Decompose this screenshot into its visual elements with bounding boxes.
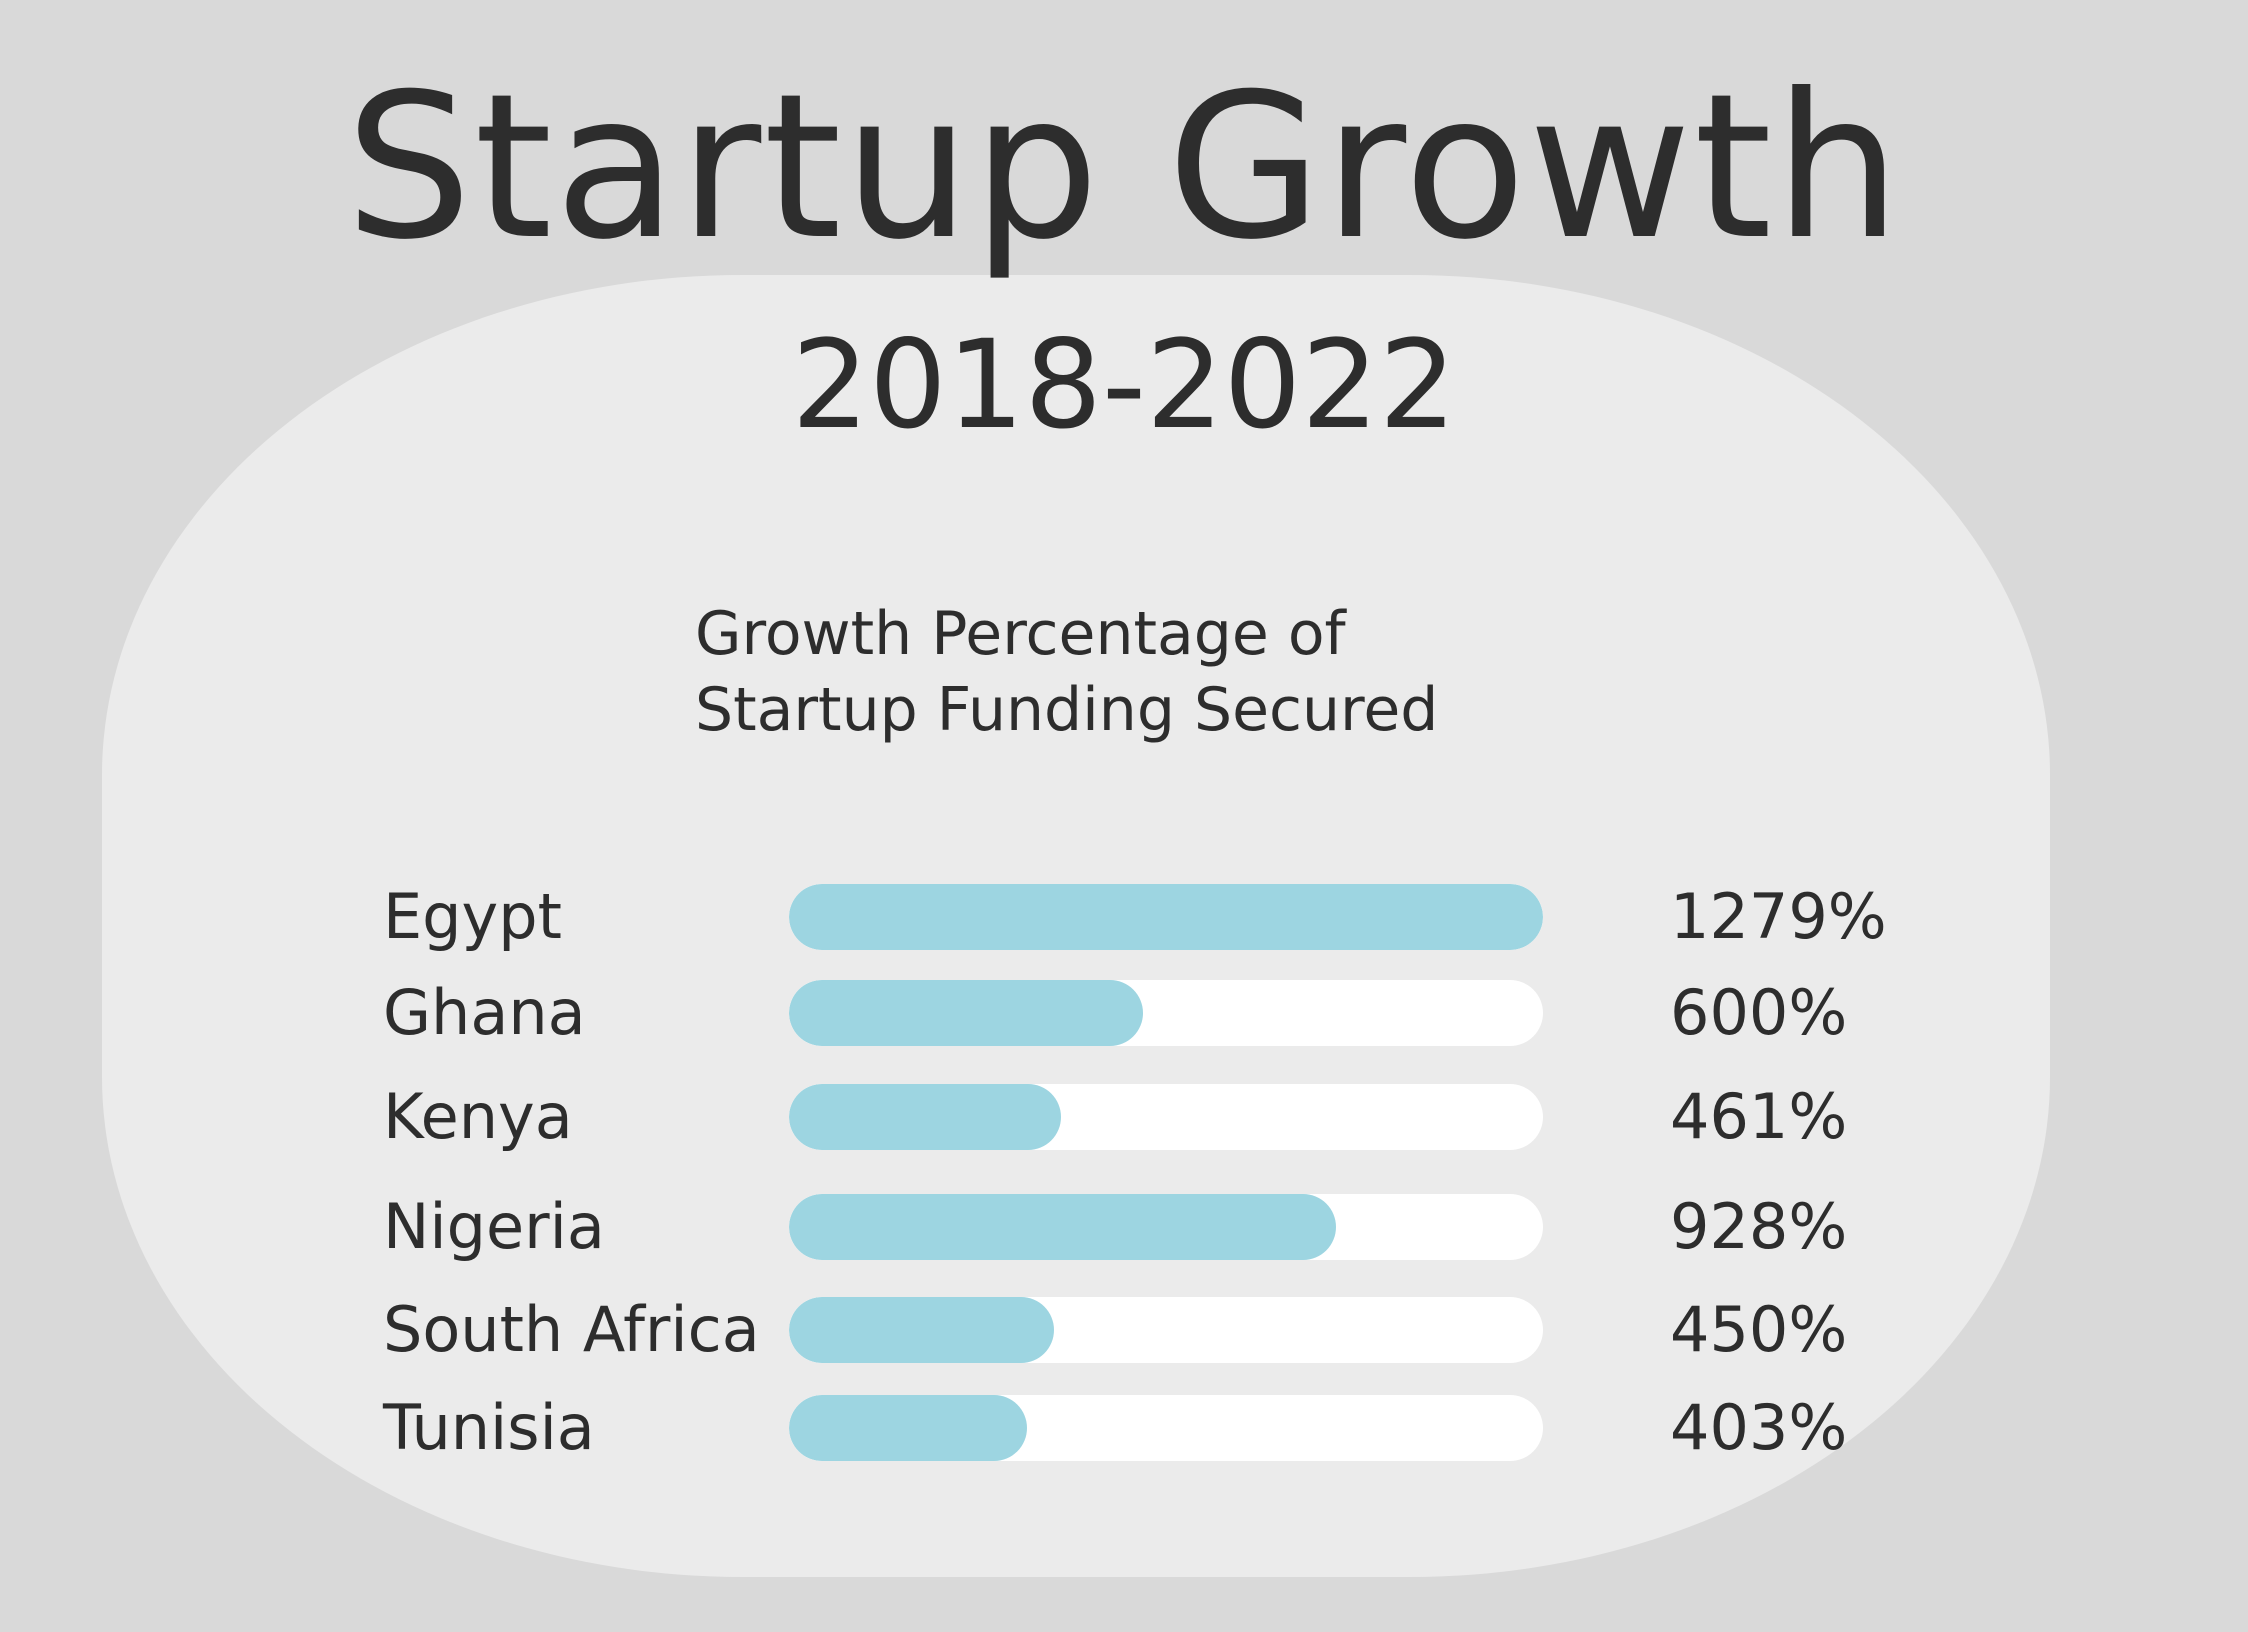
value-label-kenya: 461% [1670, 1080, 1848, 1153]
chart-title: Growth Percentage of Startup Funding Sec… [695, 596, 1438, 748]
bar-nigeria [789, 1194, 1336, 1260]
bar-track-tunisia [789, 1395, 1543, 1461]
bar-track-south-africa [789, 1297, 1543, 1363]
category-label-tunisia: Tunisia [383, 1391, 595, 1464]
chart-title-line-1: Growth Percentage of [695, 599, 1346, 669]
category-label-south-africa: South Africa [383, 1293, 760, 1366]
value-label-ghana: 600% [1670, 976, 1848, 1049]
bar-track-kenya [789, 1084, 1543, 1150]
bar-kenya [789, 1084, 1061, 1150]
bar-tunisia [789, 1395, 1027, 1461]
value-label-nigeria: 928% [1670, 1190, 1848, 1263]
category-label-nigeria: Nigeria [383, 1190, 605, 1263]
chart-title-line-2: Startup Funding Secured [695, 675, 1439, 745]
category-label-kenya: Kenya [383, 1080, 573, 1153]
category-label-egypt: Egypt [383, 880, 562, 953]
value-label-egypt: 1279% [1670, 880, 1887, 953]
bar-egypt [789, 884, 1543, 950]
bar-south-africa [789, 1297, 1054, 1363]
bar-track-ghana [789, 980, 1543, 1046]
bar-track-nigeria [789, 1194, 1543, 1260]
value-label-tunisia: 403% [1670, 1391, 1848, 1464]
bar-track-egypt [789, 884, 1543, 950]
value-label-south-africa: 450% [1670, 1293, 1848, 1366]
bar-ghana [789, 980, 1143, 1046]
page-title: Startup Growth [345, 51, 1903, 284]
category-label-ghana: Ghana [383, 976, 586, 1049]
page-subtitle: 2018-2022 [791, 314, 1457, 456]
